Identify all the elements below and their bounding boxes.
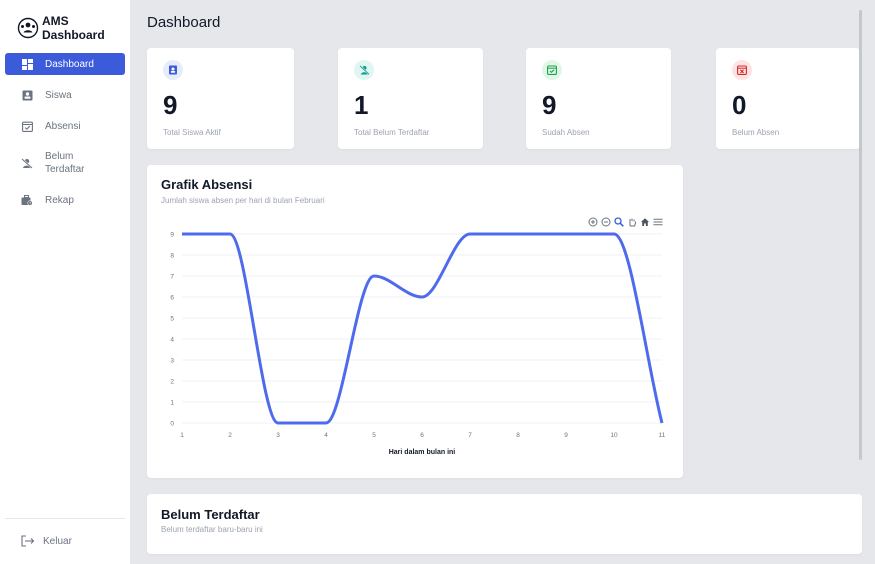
x-tick-label: 7 — [468, 432, 472, 439]
sidebar-item-absensi[interactable]: Absensi — [5, 115, 125, 137]
calendar-check-icon — [21, 120, 33, 132]
logout-button[interactable]: Keluar — [21, 535, 72, 547]
page-title: Dashboard — [147, 14, 221, 31]
series-line — [182, 232, 664, 425]
sidebar-item-label: Belum Terdaftar — [45, 150, 84, 176]
student-icon — [21, 89, 33, 101]
sidebar-item-label-line1: Belum — [45, 151, 74, 162]
x-tick-label: 3 — [276, 432, 280, 439]
sidebar-item-dashboard[interactable]: Dashboard — [5, 53, 125, 75]
sidebar-item-label: Siswa — [45, 89, 72, 101]
chart-card: Grafik Absensi Jumlah siswa absen per ha… — [147, 165, 683, 478]
stat-label: Belum Absen — [732, 128, 780, 137]
logout-icon — [21, 535, 35, 547]
stat-card-total-siswa-aktif: 9 Total Siswa Aktif — [147, 48, 294, 149]
x-tick-label: 2 — [228, 432, 232, 439]
y-tick-label: 3 — [170, 358, 174, 365]
y-tick-label: 5 — [170, 316, 174, 323]
belum-terdaftar-title: Belum Terdaftar — [161, 507, 260, 522]
x-axis-label: Hari dalam bulan ini — [389, 449, 456, 456]
brand-title: AMS Dashboard — [42, 14, 105, 42]
y-tick-label: 9 — [170, 232, 174, 239]
line-chart[interactable]: 01234567891 2 3 4 5 6 7 8 9 10 11Hari dalam bulan … — [147, 165, 683, 478]
dashboard-icon — [21, 58, 33, 70]
stat-label: Total Belum Terdaftar — [354, 128, 430, 137]
y-tick-label: 1 — [170, 400, 174, 407]
sidebar-item-label: Dashboard — [45, 58, 94, 70]
stat-label: Total Siswa Aktif — [163, 128, 221, 137]
calendar-check-icon — [542, 60, 562, 80]
sidebar-item-siswa[interactable]: Siswa — [5, 84, 125, 106]
vertical-scrollbar[interactable] — [859, 10, 862, 460]
y-tick-label: 6 — [170, 295, 174, 302]
y-tick-label: 4 — [170, 337, 174, 344]
stat-value: 9 — [163, 90, 178, 120]
team-logo-icon — [17, 17, 39, 39]
belum-terdaftar-card: Belum Terdaftar Belum terdaftar baru-bar… — [147, 494, 862, 554]
x-tick-label: 9 — [564, 432, 568, 439]
x-tick-label: 10 — [610, 432, 618, 439]
x-tick-label: 6 — [420, 432, 424, 439]
sidebar: AMS Dashboard Dashboard Siswa Absensi Be… — [0, 0, 131, 564]
sidebar-item-rekap[interactable]: Rekap — [5, 189, 125, 211]
stat-value: 0 — [732, 90, 747, 120]
y-tick-label: 8 — [170, 253, 174, 260]
x-tick-label: 8 — [516, 432, 520, 439]
stat-label: Sudah Absen — [542, 128, 590, 137]
y-tick-label: 0 — [170, 421, 174, 428]
x-tick-label: 5 — [372, 432, 376, 439]
sidebar-item-belum-terdaftar[interactable]: Belum Terdaftar — [5, 146, 125, 180]
sidebar-nav: Dashboard Siswa Absensi Belum Terdaftar — [5, 53, 125, 220]
sidebar-item-label-line2: Terdaftar — [45, 164, 85, 175]
sidebar-item-label: Absensi — [45, 120, 81, 132]
user-slash-icon — [21, 157, 33, 169]
x-tick-label: 4 — [324, 432, 328, 439]
y-tick-label: 2 — [170, 379, 174, 386]
sidebar-item-label: Rekap — [45, 194, 74, 206]
calendar-x-icon — [732, 60, 752, 80]
stat-card-total-belum-terdaftar: 1 Total Belum Terdaftar — [338, 48, 483, 149]
x-tick-label: 11 — [659, 432, 666, 439]
stat-value: 1 — [354, 90, 369, 120]
user-slash-icon — [354, 60, 374, 80]
belum-terdaftar-subtitle: Belum terdaftar baru-baru ini — [161, 525, 263, 534]
briefcase-clock-icon — [21, 194, 33, 206]
x-tick-label: 1 — [180, 432, 184, 439]
id-badge-icon — [163, 60, 183, 80]
logout-label: Keluar — [43, 535, 72, 547]
sidebar-divider — [5, 518, 125, 519]
stat-card-belum-absen: 0 Belum Absen — [716, 48, 860, 149]
stat-value: 9 — [542, 90, 557, 120]
stat-card-sudah-absen: 9 Sudah Absen — [526, 48, 671, 149]
y-tick-label: 7 — [170, 274, 174, 281]
brand[interactable]: AMS Dashboard — [17, 14, 130, 42]
